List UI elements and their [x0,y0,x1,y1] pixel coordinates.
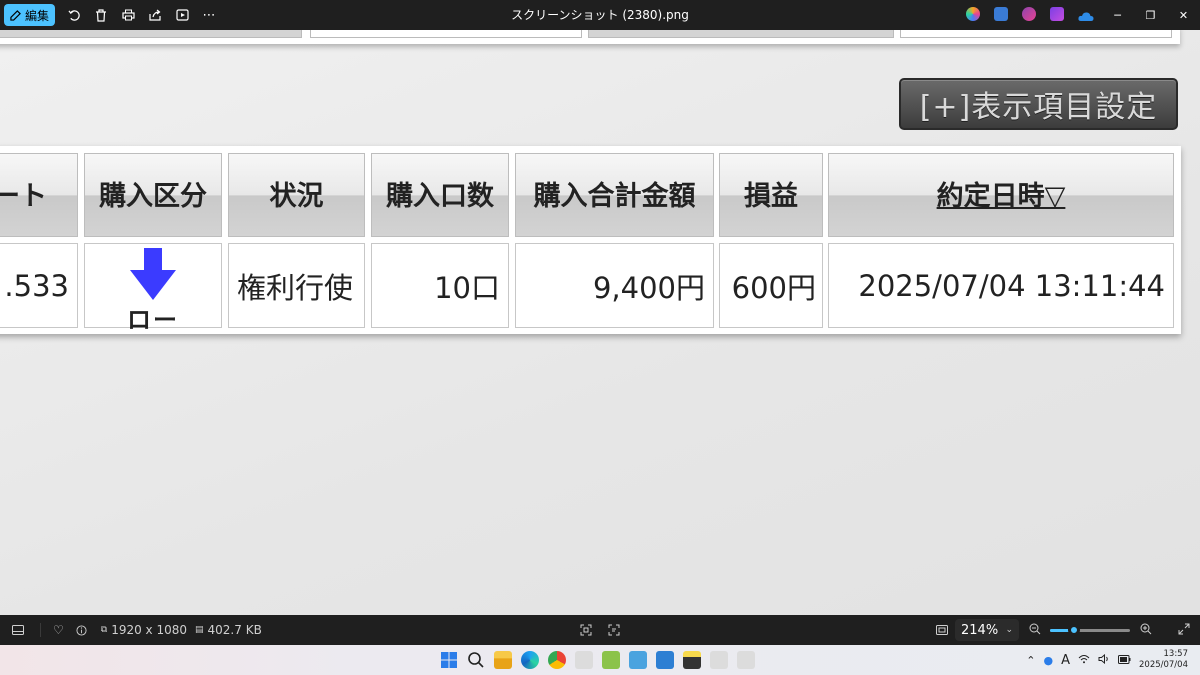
fragment-cell [310,30,582,38]
notepad-plus-icon[interactable] [602,651,620,669]
chrome-icon[interactable] [548,651,566,669]
volume-icon[interactable] [1098,653,1110,667]
notepad-icon[interactable] [629,651,647,669]
edge-icon[interactable] [521,651,539,669]
cell-execution-datetime: 2025/07/04 13:11:44 [828,243,1174,328]
minimize-icon[interactable]: ─ [1101,0,1134,30]
ime-indicator[interactable]: A [1061,653,1070,668]
delete-icon[interactable] [93,7,109,23]
rotate-icon[interactable] [66,7,82,23]
chevron-up-icon[interactable]: ⌃ [1026,654,1035,667]
header-quantity: 購入口数 [371,153,509,237]
search-icon[interactable] [467,651,485,669]
clock-time: 13:57 [1163,649,1189,659]
taskbar: ⌃ ● A 13:57 2025/07/04 [0,645,1200,675]
purchase-type-label: ロー [127,306,179,334]
cell-status: 権利行使 [228,243,365,328]
designer-icon[interactable] [994,7,1008,21]
cell-rate: .533 [0,243,78,328]
header-rate: ート [0,153,78,237]
zoom-out-icon[interactable] [1029,623,1041,638]
battery-icon[interactable] [1118,654,1131,667]
cell-purchase-type: ロー [84,243,222,334]
info-icon[interactable] [76,624,87,636]
more-icon[interactable]: ⋯ [201,7,217,23]
clipchamp-icon[interactable] [1022,7,1036,21]
header-purchase-type: 購入区分 [84,153,222,237]
fullscreen-icon[interactable] [1178,623,1190,638]
cell-quantity: 10口 [371,243,509,328]
zoom-slider-thumb[interactable] [1068,624,1080,636]
edit-button[interactable]: 編集 [4,4,56,26]
clock[interactable]: 13:57 2025/07/04 [1139,649,1188,671]
zoom-value: 214% [961,622,999,638]
file-size-icon: ▤ [195,625,204,635]
zoom-in-icon[interactable] [1140,623,1152,638]
trade-table: ート 購入区分 状況 購入口数 購入合計金額 損益 約定日時▽ .533 ロー … [0,146,1181,334]
rate-value: .533 [4,268,69,303]
wifi-icon[interactable] [1078,654,1090,667]
scan-text-icon[interactable] [608,624,620,639]
header-total-amount: 購入合計金額 [515,153,714,237]
sticky-notes-icon[interactable] [683,651,701,669]
restore-icon[interactable]: ❐ [1134,0,1167,30]
clock-date: 2025/07/04 [1139,660,1188,670]
zoom-slider[interactable] [1050,624,1130,636]
chevron-down-icon: ⌄ [1005,625,1013,635]
dimensions-icon: ⧉ [100,625,108,635]
filmstrip-icon[interactable] [12,625,24,635]
fragment-cell [588,30,894,38]
header-execution-datetime-sort[interactable]: 約定日時▽ [828,153,1174,237]
fragment-cell [0,30,302,38]
file-explorer-icon[interactable] [494,651,512,669]
print-icon[interactable] [120,7,136,23]
photos-app-icon[interactable] [656,651,674,669]
display-settings-button[interactable]: [+]表示項目設定 [899,78,1178,130]
slideshow-icon[interactable] [174,7,190,23]
cell-profit-loss: 600円 [719,243,823,328]
previous-table-fragment [0,30,1180,44]
app-icon-bird[interactable] [575,651,593,669]
down-arrow-icon [130,248,176,300]
header-profit-loss: 損益 [719,153,823,237]
fit-frame-icon[interactable] [580,624,592,639]
header-status: 状況 [228,153,365,237]
title-bar: 編集 ⋯ スクリーンショット (2380).png ─ ❐ ✕ [0,0,1200,30]
app-icon-bird-2[interactable] [710,651,728,669]
copilot-icon[interactable] [966,7,980,21]
security-icon[interactable]: ● [1043,654,1053,667]
file-size: ▤ 402.7 KB [195,623,262,637]
status-bar: ♡ ⧉ 1920 x 1080 ▤ 402.7 KB 214% ⌄ [0,615,1200,645]
photos-icon[interactable] [1050,7,1064,21]
favorite-icon[interactable]: ♡ [40,623,64,637]
app-icon-bird-3[interactable] [737,651,755,669]
close-icon[interactable]: ✕ [1167,0,1200,30]
actual-size-icon[interactable] [936,624,948,639]
image-canvas: [+]表示項目設定 ート 購入区分 状況 購入口数 購入合計金額 損益 約定日時… [0,30,1200,615]
start-icon[interactable] [440,651,458,669]
edit-label: 編集 [25,8,50,23]
cell-total-amount: 9,400円 [515,243,714,328]
edit-icon [10,9,21,21]
image-dimensions: ⧉ 1920 x 1080 [100,623,188,637]
zoom-dropdown[interactable]: 214% ⌄ [955,619,1019,641]
share-icon[interactable] [147,7,163,23]
onedrive-icon[interactable] [1078,7,1094,21]
fragment-cell [900,30,1172,38]
